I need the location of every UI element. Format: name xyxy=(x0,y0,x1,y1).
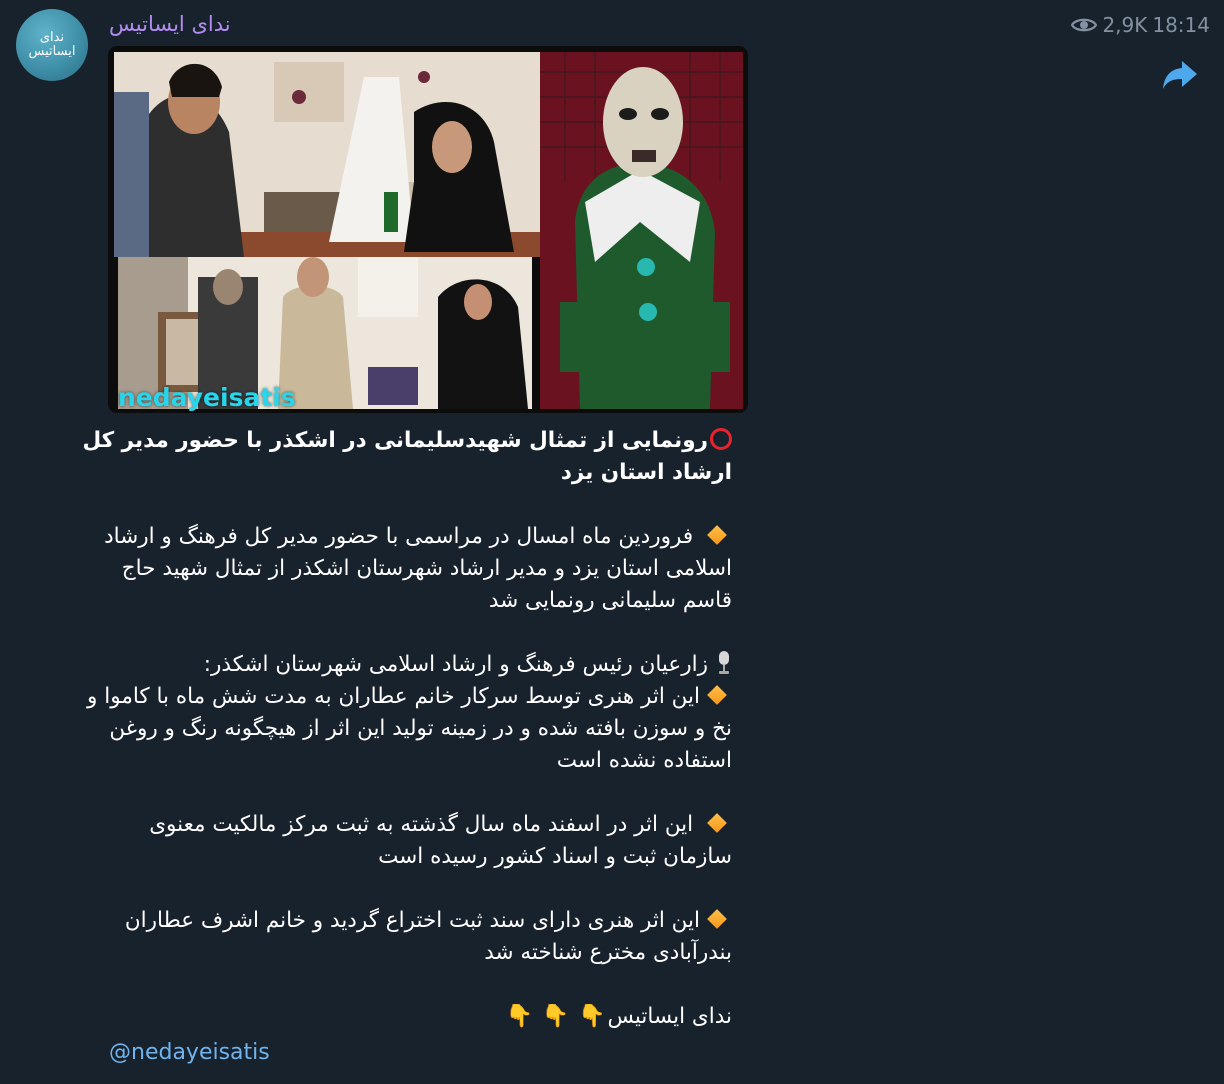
post-signature: ندای ایساتیس xyxy=(607,1004,732,1029)
paragraph-2-text: این اثر هنری توسط سرکار خانم عطاران به م… xyxy=(87,684,732,773)
channel-handle-link[interactable]: @nedayeisatis xyxy=(109,1040,270,1065)
post-title-row: رونمایی از تمثال شهیدسلیمانی در اشکذر با… xyxy=(80,425,732,489)
orange-diamond-icon xyxy=(707,813,727,833)
channel-name[interactable]: ندای ایساتیس xyxy=(109,12,231,36)
telegram-channel-post: ندای ایساتیس ندای ایساتیس 2,9K 18:14 ned… xyxy=(0,0,1224,1084)
pointing-down-icon: 👇 xyxy=(578,1004,606,1029)
microphone-icon xyxy=(716,651,732,675)
paragraph-1-text: فروردین ماه امسال در مراسمی با حضور مدیر… xyxy=(104,524,732,613)
share-button[interactable] xyxy=(1161,58,1199,92)
channel-avatar[interactable]: ندای ایساتیس xyxy=(16,9,88,81)
paragraph-4: این اثر هنری دارای سند ثبت اختراع گردید … xyxy=(80,905,732,969)
paragraph-3: این اثر در اسفند ماه سال گذشته به ثبت مر… xyxy=(80,809,732,873)
media-collage[interactable]: nedayeisatis xyxy=(108,46,748,413)
orange-diamond-icon xyxy=(707,909,727,929)
post-time: 18:14 xyxy=(1152,13,1210,37)
orange-diamond-icon xyxy=(707,685,727,705)
signature-row: ندای ایساتیس👇 👇 👇 xyxy=(80,1001,732,1033)
avatar-logo-text: ندای ایساتیس xyxy=(28,30,76,59)
pointing-down-icon: 👇 xyxy=(541,1004,570,1029)
red-circle-icon xyxy=(710,428,732,450)
paragraph-1: فروردین ماه امسال در مراسمی با حضور مدیر… xyxy=(80,521,732,617)
share-arrow-icon xyxy=(1163,61,1197,89)
photo-knitted-doll[interactable] xyxy=(540,52,743,409)
paragraph-2: زارعیان رئیس فرهنگ و ارشاد اسلامی شهرستا… xyxy=(80,649,732,777)
view-count: 2,9K xyxy=(1102,13,1148,37)
paragraph-3-text: این اثر در اسفند ماه سال گذشته به ثبت مر… xyxy=(149,812,732,869)
message-body: رونمایی از تمثال شهیدسلیمانی در اشکذر با… xyxy=(80,425,732,1033)
post-title: رونمایی از تمثال شهیدسلیمانی در اشکذر با… xyxy=(82,428,732,485)
post-meta: 2,9K 18:14 xyxy=(1071,13,1210,37)
eye-icon xyxy=(1071,16,1098,34)
media-watermark: nedayeisatis xyxy=(118,383,296,412)
photo-ceremony-1[interactable] xyxy=(114,52,540,257)
pointing-down-icon: 👇 xyxy=(505,1004,534,1029)
paragraph-4-text: این اثر هنری دارای سند ثبت اختراع گردید … xyxy=(124,908,732,965)
paragraph-2-intro: زارعیان رئیس فرهنگ و ارشاد اسلامی شهرستا… xyxy=(203,652,708,677)
orange-diamond-icon xyxy=(707,525,727,545)
